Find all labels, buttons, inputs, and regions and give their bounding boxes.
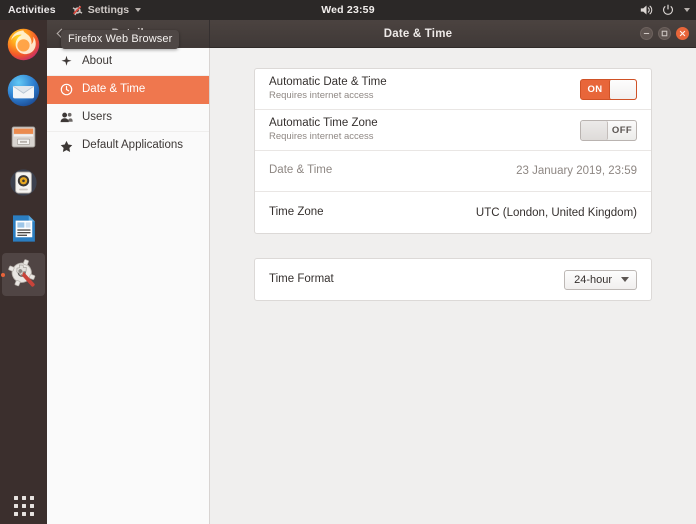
toggle-knob: [581, 120, 609, 140]
sidebar-item-date-time[interactable]: Date & Time: [47, 76, 209, 104]
clock-button[interactable]: Wed 23:59: [0, 0, 696, 20]
row-value: 23 January 2019, 23:59: [516, 165, 637, 177]
row-title: Automatic Date & Time: [269, 75, 387, 88]
app-grid-icon: [13, 496, 34, 516]
show-applications-button[interactable]: [0, 496, 47, 516]
row-subtitle: Requires internet access: [269, 131, 374, 143]
window-titlebar: Details Date & Time: [47, 20, 696, 49]
sidebar-item-about[interactable]: About: [47, 48, 209, 76]
row-title: Time Zone: [269, 205, 324, 218]
star-icon: [59, 139, 73, 153]
settings-window: Details Date & Time: [47, 20, 696, 524]
dock-item-libreoffice-writer[interactable]: [2, 207, 45, 250]
row-title: Automatic Time Zone: [269, 116, 378, 129]
row-title: Time Format: [269, 272, 334, 285]
sidebar-item-default-applications[interactable]: Default Applications: [47, 132, 209, 160]
users-icon: [59, 111, 73, 125]
window-header: Date & Time: [210, 20, 696, 48]
chevron-down-icon[interactable]: [684, 8, 690, 12]
window-title: Date & Time: [383, 27, 453, 40]
time-format-card: Time Format 24-hour: [254, 258, 652, 301]
row-value: UTC (London, United Kingdom): [475, 206, 637, 219]
launcher-dock: [0, 20, 47, 524]
dock-item-settings[interactable]: [2, 253, 45, 296]
desktop-screen: Activities Settings Wed 23:59 Date & Tim…: [0, 0, 696, 524]
settings-content: Automatic Date & Time Requires internet …: [210, 48, 696, 524]
power-icon[interactable]: [662, 4, 674, 16]
minimize-button[interactable]: [640, 27, 653, 40]
row-text: Automatic Time Zone Requires internet ac…: [269, 117, 378, 143]
maximize-button[interactable]: [658, 27, 671, 40]
row-time-format[interactable]: Time Format 24-hour: [255, 259, 651, 300]
time-format-dropdown[interactable]: 24-hour: [564, 269, 637, 290]
dock-item-rhythmbox[interactable]: [2, 161, 45, 204]
toggle-label: OFF: [611, 124, 633, 136]
toggle-knob: [608, 79, 636, 99]
sidebar-item-label: Date & Time: [82, 82, 146, 95]
settings-sidebar: About Date & Time Users Default Applicat…: [47, 48, 210, 524]
automatic-date-time-toggle[interactable]: ON: [580, 78, 637, 100]
sidebar-item-label: Users: [82, 110, 113, 123]
dock-item-files[interactable]: [2, 115, 45, 158]
toggle-label: ON: [587, 83, 603, 95]
dock-item-thunderbird[interactable]: [2, 69, 45, 112]
chevron-down-icon: [621, 277, 629, 282]
row-text: Automatic Date & Time Requires internet …: [269, 76, 387, 102]
row-automatic-time-zone[interactable]: Automatic Time Zone Requires internet ac…: [255, 110, 651, 151]
clock-icon: [59, 83, 73, 97]
top-bar: Activities Settings Wed 23:59: [0, 0, 696, 20]
row-date-time[interactable]: Date & Time 23 January 2019, 23:59: [255, 151, 651, 192]
sidebar-item-label: About: [82, 54, 113, 67]
row-time-zone[interactable]: Time Zone UTC (London, United Kingdom): [255, 192, 651, 233]
dock-item-firefox[interactable]: [2, 23, 45, 66]
automatic-time-zone-toggle[interactable]: OFF: [580, 119, 637, 141]
info-sparkle-icon: [59, 55, 73, 69]
close-button[interactable]: [676, 27, 689, 40]
date-time-card: Automatic Date & Time Requires internet …: [254, 68, 652, 234]
window-controls: [640, 27, 689, 40]
row-title: Date & Time: [269, 164, 333, 177]
system-indicators[interactable]: [640, 0, 690, 20]
sidebar-item-label: Default Applications: [82, 139, 184, 152]
volume-icon[interactable]: [640, 4, 653, 16]
sidebar-item-users[interactable]: Users: [47, 104, 209, 132]
dropdown-value: 24-hour: [574, 273, 612, 286]
row-subtitle: Requires internet access: [269, 90, 374, 102]
tooltip: Firefox Web Browser: [61, 30, 180, 49]
window-body: About Date & Time Users Default Applicat…: [47, 48, 696, 524]
row-automatic-date-time[interactable]: Automatic Date & Time Requires internet …: [255, 69, 651, 110]
